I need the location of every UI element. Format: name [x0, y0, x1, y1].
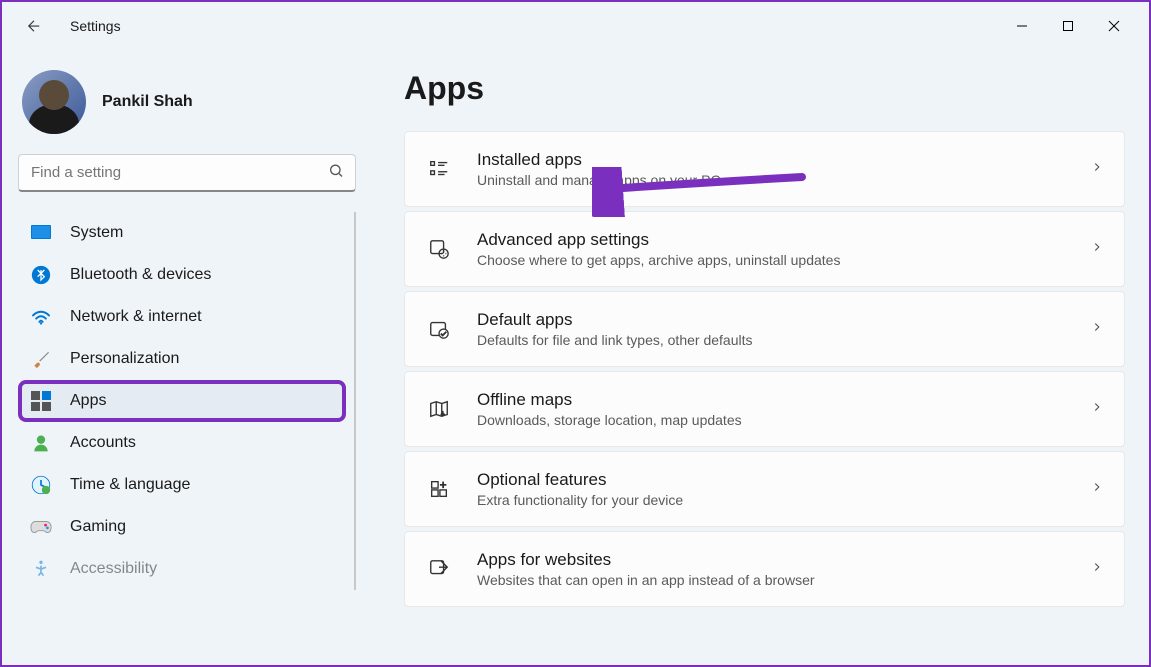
nav-label: Gaming — [70, 518, 126, 536]
card-desc: Uninstall and manage apps on your PC — [477, 172, 1066, 188]
search-input[interactable] — [18, 154, 356, 192]
sidebar-item-personalization[interactable]: Personalization — [18, 338, 346, 380]
accessibility-icon — [30, 558, 52, 580]
card-text: Installed apps Uninstall and manage apps… — [477, 150, 1066, 188]
link-app-icon — [425, 555, 453, 583]
chevron-right-icon — [1090, 320, 1104, 339]
card-optional-features[interactable]: Optional features Extra functionality fo… — [404, 451, 1125, 527]
nav-list: System Bluetooth & devices Network & int… — [18, 212, 356, 590]
nav-label: Personalization — [70, 350, 179, 368]
card-installed-apps[interactable]: Installed apps Uninstall and manage apps… — [404, 131, 1125, 207]
nav-label: Bluetooth & devices — [70, 266, 211, 284]
list-icon — [425, 155, 453, 183]
card-desc: Defaults for file and link types, other … — [477, 332, 1066, 348]
back-arrow-icon — [25, 17, 43, 35]
minimize-button[interactable] — [999, 10, 1045, 42]
card-desc: Websites that can open in an app instead… — [477, 572, 1066, 588]
sidebar-item-network[interactable]: Network & internet — [18, 296, 346, 338]
sidebar-item-gaming[interactable]: Gaming — [18, 506, 346, 548]
card-title: Optional features — [477, 470, 1066, 490]
card-text: Advanced app settings Choose where to ge… — [477, 230, 1066, 268]
main-content: Apps Installed apps Uninstall and manage… — [372, 50, 1149, 665]
nav-label: Network & internet — [70, 308, 202, 326]
sidebar-item-time-language[interactable]: Time & language — [18, 464, 346, 506]
titlebar: Settings — [2, 2, 1149, 50]
card-text: Apps for websites Websites that can open… — [477, 550, 1066, 588]
card-title: Apps for websites — [477, 550, 1066, 570]
map-icon — [425, 395, 453, 423]
card-title: Installed apps — [477, 150, 1066, 170]
wifi-icon — [30, 306, 52, 328]
card-text: Optional features Extra functionality fo… — [477, 470, 1066, 508]
chevron-right-icon — [1090, 560, 1104, 579]
card-desc: Choose where to get apps, archive apps, … — [477, 252, 1066, 268]
card-default-apps[interactable]: Default apps Defaults for file and link … — [404, 291, 1125, 367]
settings-gear-icon — [425, 235, 453, 263]
apps-icon — [30, 390, 52, 412]
sidebar-item-bluetooth[interactable]: Bluetooth & devices — [18, 254, 346, 296]
window-controls — [999, 10, 1137, 42]
sidebar-item-apps[interactable]: Apps — [18, 380, 346, 422]
chevron-right-icon — [1090, 480, 1104, 499]
chevron-right-icon — [1090, 160, 1104, 179]
card-desc: Downloads, storage location, map updates — [477, 412, 1066, 428]
account-icon — [30, 432, 52, 454]
card-advanced-app-settings[interactable]: Advanced app settings Choose where to ge… — [404, 211, 1125, 287]
clock-icon — [30, 474, 52, 496]
app-title: Settings — [70, 18, 121, 34]
card-text: Default apps Defaults for file and link … — [477, 310, 1066, 348]
chevron-right-icon — [1090, 400, 1104, 419]
sidebar-item-accessibility[interactable]: Accessibility — [18, 548, 346, 590]
close-button[interactable] — [1091, 10, 1137, 42]
nav-label: Time & language — [70, 476, 190, 494]
minimize-icon — [1016, 20, 1028, 32]
back-button[interactable] — [14, 6, 54, 46]
page-title: Apps — [404, 70, 1125, 107]
card-title: Advanced app settings — [477, 230, 1066, 250]
card-apps-for-websites[interactable]: Apps for websites Websites that can open… — [404, 531, 1125, 607]
content-area: Pankil Shah System Bluetooth & devices N… — [2, 50, 1149, 665]
sidebar-item-system[interactable]: System — [18, 212, 346, 254]
default-apps-icon — [425, 315, 453, 343]
avatar — [22, 70, 86, 134]
add-feature-icon — [425, 475, 453, 503]
nav-label: System — [70, 224, 123, 242]
card-text: Offline maps Downloads, storage location… — [477, 390, 1066, 428]
maximize-button[interactable] — [1045, 10, 1091, 42]
search-box — [18, 154, 356, 192]
user-profile[interactable]: Pankil Shah — [18, 62, 356, 154]
card-offline-maps[interactable]: Offline maps Downloads, storage location… — [404, 371, 1125, 447]
profile-name: Pankil Shah — [102, 93, 193, 111]
maximize-icon — [1062, 20, 1074, 32]
card-title: Offline maps — [477, 390, 1066, 410]
card-title: Default apps — [477, 310, 1066, 330]
chevron-right-icon — [1090, 240, 1104, 259]
bluetooth-icon — [30, 264, 52, 286]
nav-label: Accounts — [70, 434, 136, 452]
close-icon — [1108, 20, 1120, 32]
system-icon — [30, 222, 52, 244]
card-desc: Extra functionality for your device — [477, 492, 1066, 508]
nav-label: Apps — [70, 392, 106, 410]
gaming-icon — [30, 516, 52, 538]
sidebar-item-accounts[interactable]: Accounts — [18, 422, 346, 464]
search-icon — [328, 163, 344, 184]
brush-icon — [30, 348, 52, 370]
sidebar: Pankil Shah System Bluetooth & devices N… — [2, 50, 372, 665]
nav-label: Accessibility — [70, 560, 157, 578]
